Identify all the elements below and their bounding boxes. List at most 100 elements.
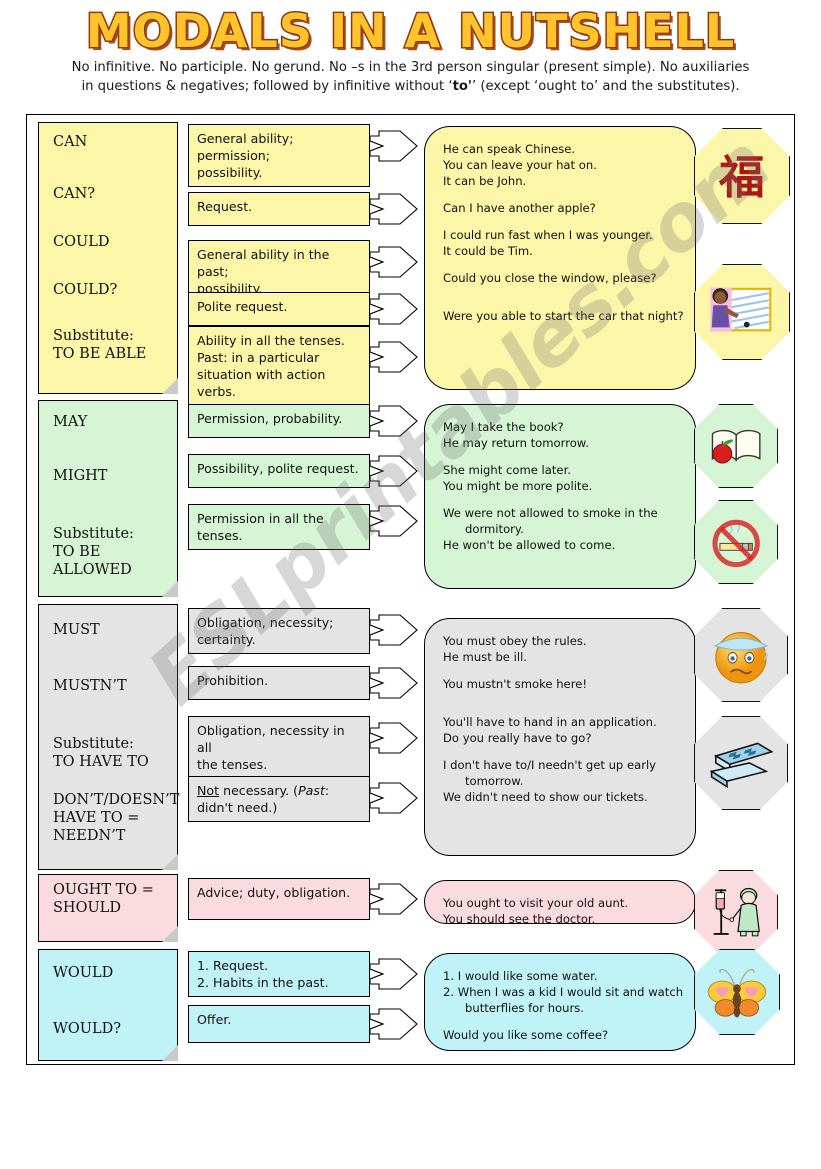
modal-name-line: OUGHT TO = (53, 882, 154, 898)
arrow-icon (369, 782, 418, 814)
ticket-box-icon (694, 716, 788, 810)
modal-name-line: TO BE ABLE (53, 346, 147, 362)
usage-line: Permission, probability. (197, 411, 343, 426)
svg-text:福: 福 (718, 151, 765, 204)
example-sentence: It could be Tim. (443, 244, 533, 258)
arrow-icon (369, 614, 418, 646)
example-sentence: I could run fast when I was younger. (443, 228, 653, 242)
example-sentence: We didn't need to show our tickets. (443, 790, 648, 804)
usage-arrow-must-3 (369, 781, 418, 815)
example-gap (443, 494, 679, 505)
modal-name-can-0: CAN (53, 133, 87, 151)
usage-box-would-0: 1. Request. 2. Habits in the past. (188, 951, 370, 997)
example-sentence: 1. I would like some water. (443, 969, 598, 983)
folded-corner-icon (162, 581, 178, 597)
arrow-icon (369, 193, 418, 225)
modal-name-line: ALLOWED (53, 562, 132, 578)
example-gap (443, 746, 679, 757)
usage-line: General ability in the past; (197, 247, 330, 279)
modal-name-must-3: DON’T/DOESN’T HAVE TO = NEEDN’T (53, 791, 179, 845)
usage-box-may-1: Possibility, polite request. (188, 454, 370, 488)
examples-panel-may: May I take the book? He may return tomorr… (424, 404, 696, 589)
modal-name-would-1: WOULD? (53, 1020, 121, 1038)
chinese-character-fu-icon-art: 福 (706, 140, 777, 211)
subtitle-line-1: No infinitive. No participle. No gerund.… (71, 60, 750, 75)
modal-group-can: CAN CAN? COULD COULD? Substitute: TO BE ABLE G… (26, 122, 795, 406)
usage-line: certainty. (197, 632, 256, 647)
example-gap (443, 1016, 679, 1027)
modal-name-line: MUST (53, 622, 100, 638)
arrow-icon (369, 246, 418, 278)
usage-arrow-can-4 (369, 340, 418, 374)
usage-arrow-would-0 (369, 957, 418, 991)
usage-arrow-may-0 (369, 404, 418, 438)
usage-line: Advice; duty, obligation. (197, 885, 351, 900)
examples-panel-must: You must obey the rules. He must be ill. Y… (424, 618, 696, 856)
modal-name-line: Substitute: (53, 526, 134, 542)
example-sentence: Were you able to start the car that nigh… (443, 309, 684, 323)
modal-name-would-0: WOULD (53, 964, 113, 982)
modal-name-line: Substitute: (53, 736, 134, 752)
modal-name-line: COULD (53, 234, 110, 250)
usage-arrow-can-3 (369, 292, 418, 326)
example-gap (443, 451, 679, 462)
usage-box-ought-0: Advice; duty, obligation. (188, 878, 370, 920)
modal-name-line: HAVE TO = (53, 810, 140, 826)
modal-name-may-2: Substitute: TO BE ALLOWED (53, 525, 134, 579)
usage-arrow-can-1 (369, 192, 418, 226)
no-smoking-icon-art (705, 511, 767, 573)
modal-name-line: MIGHT (53, 468, 108, 484)
usage-line: 2. Habits in the past. (197, 975, 329, 990)
usage-line: situation with action verbs. (197, 367, 326, 399)
arrow-icon (369, 341, 418, 373)
chinese-character-fu-icon: 福 (694, 128, 790, 224)
arrow-icon (369, 722, 418, 754)
arrow-icon (369, 1008, 418, 1040)
example-sentence: You should see the doctor. (443, 912, 596, 926)
usage-line: Possibility, polite request. (197, 461, 359, 476)
usage-box-can-4: Ability in all the tenses. Past: in a par… (188, 326, 370, 406)
arrow-icon (369, 130, 418, 162)
usage-line: possibility. (197, 165, 263, 180)
modal-group-must: MUST MUSTN’T Substitute: TO HAVE TO DON’T/DO… (26, 604, 795, 870)
usage-box-must-0: Obligation, necessity; certainty. (188, 608, 370, 654)
modal-name-line: TO HAVE TO (53, 754, 149, 770)
example-sentence: You'll have to hand in an application. (443, 715, 657, 729)
modal-label-panel-may: MAY MIGHT Substitute: TO BE ALLOWED (38, 400, 178, 597)
example-sentence: You can leave your hat on. (443, 158, 597, 172)
usage-arrow-ought-0 (369, 882, 418, 916)
example-sentence: tomorrow. (465, 774, 524, 788)
modal-name-line: TO BE (53, 544, 101, 560)
modal-name-line: MUSTN’T (53, 678, 127, 694)
example-sentence: Would you like some coffee? (443, 1028, 609, 1042)
usage-box-must-2: Obligation, necessity in all the tenses. (188, 716, 370, 779)
example-sentence: You must obey the rules. (443, 634, 587, 648)
woman-at-window-icon (694, 264, 790, 360)
arrow-icon (369, 455, 418, 487)
example-sentence: He won't be allowed to come. (443, 538, 616, 552)
example-gap (443, 703, 679, 714)
ticket-box-icon-art (706, 728, 776, 798)
usage-arrow-would-1 (369, 1007, 418, 1041)
book-and-apple-icon (694, 404, 778, 488)
usage-line: Polite request. (197, 299, 288, 314)
woman-at-window-icon-art (706, 276, 777, 347)
example-sentence: I don't have to/I needn't get up early (443, 758, 657, 772)
usage-arrow-must-1 (369, 666, 418, 700)
usage-arrow-must-0 (369, 613, 418, 647)
examples-panel-ought: You ought to visit your old aunt. You sho… (424, 880, 696, 926)
usage-line: General ability; permission; (197, 131, 294, 163)
usage-box-can-1: Request. (188, 192, 370, 226)
worksheet-page: MODALS IN A NUTSHELL No infinitive. No p… (0, 0, 821, 1169)
modal-group-would: WOULD WOULD? 1. Request. 2. Habits in the p… (26, 949, 795, 1061)
modal-name-must-0: MUST (53, 621, 100, 639)
usage-arrow-must-2 (369, 721, 418, 755)
modal-name-line: Substitute: (53, 328, 134, 344)
example-sentence: It can be John. (443, 174, 527, 188)
usage-line: Obligation, necessity; (197, 615, 334, 630)
example-gap (443, 692, 679, 703)
usage-line: Prohibition. (197, 673, 269, 688)
modal-name-may-1: MIGHT (53, 467, 107, 485)
modal-name-can-3: COULD? (53, 281, 117, 299)
arrow-icon (369, 405, 418, 437)
